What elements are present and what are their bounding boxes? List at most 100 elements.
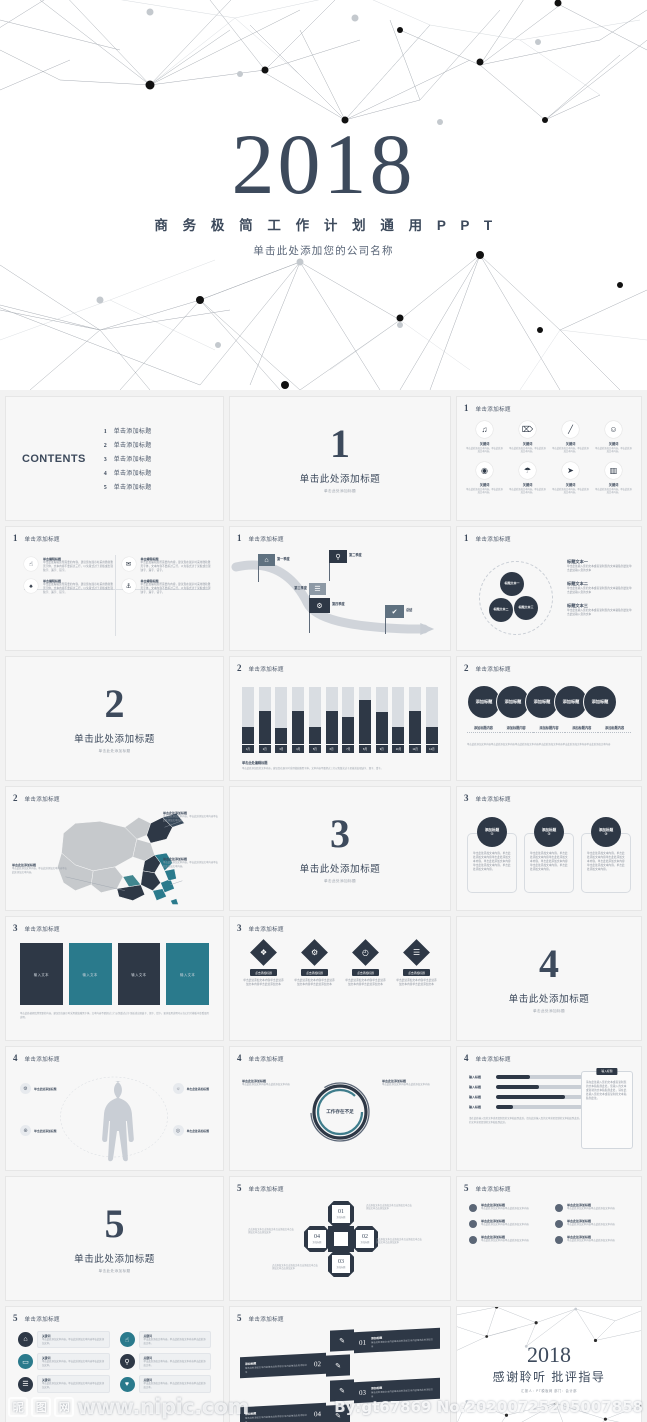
bullet-item[interactable]: 单击此处添加标题 单击此处添加文本内容单击此处添加文本内容 [555, 1219, 629, 1228]
slide-thumb-divider-2[interactable]: 2 单击此处添加标题 单击此处添加标题 [5, 656, 224, 781]
slide-thumb-circle-cards[interactable]: 3 单击添加标题 添加标题 ① 单击此处添加文本内容，单击此处添加文本内容单击此处添… [456, 786, 642, 911]
quadrant-cell[interactable]: ✉ 单击编辑标题 单击此处编辑您所需要的内容，建议您在展示时采用微软雅黑字体，文本内… [121, 557, 212, 573]
icon-cell[interactable]: ╱ 关键词 单击此处添加文本内容，单击此处添加文本内容。 [551, 421, 590, 454]
slide-thumb-columns[interactable]: 3 单击添加标题 输入文本 输入文本 输入文本 输入文本 单击此处编辑您所需要的内… [5, 916, 224, 1041]
silhouette-node[interactable]: ☼ 单击此处添加标题 [172, 1083, 209, 1094]
icon-cell[interactable]: ▥ 关键词 单击此处添加文本内容，单击此处添加文本内容。 [594, 462, 633, 495]
quadrant-cell[interactable]: ♠ 单击编辑标题 单击此处编辑您所需要的内容，建议您在展示时采用微软雅黑字体，文本内… [24, 579, 114, 595]
list-item[interactable]: ▭ 关键词 单击此处添加文本内容，单击此处添加文本内容单击此处添加文本。 [18, 1353, 110, 1371]
quadrant-cell[interactable]: ☝ 单击编辑标题 单击此处编辑您所需要的内容，建议您在展示时采用微软雅黑字体，文本内… [24, 557, 114, 573]
home-icon: ⌂ [258, 554, 275, 566]
slide-thumb-contents[interactable]: CONTENTS 1 单击添加标题 2 单击添加标题 3 单击添加标题 4 单击添加标题… [5, 396, 224, 521]
color-column[interactable]: 输入文本 [166, 943, 209, 1005]
slide-thumb-map[interactable]: 2 单击添加标题 单击此处添加标题 单击此处添加文本内容，单击此处添加文本内容单… [5, 786, 224, 911]
slide-thumb-quadrant[interactable]: 1 单击添加标题 ☝ 单击编辑标题 单击此处编辑您所需要的内容，建议您在展示时采用微软… [5, 526, 224, 651]
silhouette-node[interactable]: ◎ 单击此处添加标题 [172, 1125, 209, 1136]
slide-thumb-progress[interactable]: 4 单击添加标题 输入标题40% 输入标题50% 输入标题80% 输入标题20% 请在此… [456, 1046, 642, 1171]
circle-card[interactable]: 添加标题 ② 单击此处添加文本内容，单击此处添加文本内容单击此处添加文本内容，单击… [524, 817, 574, 893]
slide-thumb-pills[interactable]: 2 单击添加标题 添加标题 添加标题 添加标题 添加标题 添加标题 添加标题内容 … [456, 656, 642, 781]
list-item[interactable]: ⚲ 关键词 单击此处添加文本内容，单击此处添加文本内容单击此处添加文本。 [119, 1353, 211, 1371]
icon-cell[interactable]: ♫ 关键词 单击此处添加文本内容，单击此处添加文本内容。 [465, 421, 504, 454]
bullet-dot-icon [555, 1236, 563, 1244]
slide-thumb-ring[interactable]: 4 单击添加标题 工作存在不足 单击此处添加标题 单击此处添加文本内容单击此处添加… [229, 1046, 451, 1171]
quadrant-cell[interactable]: ⚓ 单击编辑标题 单击此处编辑您所需要的内容，建议您在展示时采用微软雅黑字体，文本内… [121, 579, 212, 595]
list-item: 1 单击添加标题 [104, 426, 152, 435]
icon-cell[interactable]: ◉ 关键词 单击此处添加文本内容，单击此处添加文本内容。 [465, 462, 504, 495]
divider-number: 4 [539, 940, 559, 986]
card-circle-badge: 添加标题 ② [534, 817, 564, 847]
bullet-item[interactable]: 单击此处添加标题 单击此处添加文本内容单击此处添加文本内容 [555, 1235, 629, 1244]
color-column[interactable]: 输入文本 [117, 943, 161, 1005]
pill-circle-row: 添加标题 添加标题 添加标题 添加标题 添加标题 [467, 685, 631, 719]
slide-title: 单击添加标题 [248, 1317, 284, 1323]
slide-thumb-silhouette[interactable]: 4 单击添加标题 ⚙ 单击此处添加标题 ⊕ 单击此处添加标题 ☼ 单击此处添加标题 ◎ 单… [5, 1046, 224, 1171]
bar-category-label: 7月 [342, 745, 355, 753]
cross-text: 点击添加文本点击添加文本点击添加文本点击添加文本点击添加文本 [376, 1239, 422, 1245]
list-item[interactable]: ☰ 关键词 单击此处添加文本内容，单击此处添加文本内容单击此处添加文本。 [18, 1375, 110, 1393]
clock-icon: ◴ [362, 947, 369, 957]
flag-label: 总结 [406, 608, 413, 612]
slide-thumb-divider-5[interactable]: 5 单击此处添加标题 单击此处添加标题 [5, 1176, 224, 1301]
node-heading: 单击此处添加标题 [34, 1128, 57, 1133]
slide-thumb-icon-grid[interactable]: 1 单击添加标题 ♫ 关键词 单击此处添加文本内容，单击此处添加文本内容。 ⌦ 关键词单… [456, 396, 642, 521]
slide-thumb-divider-4[interactable]: 4 单击此处添加标题 单击此处添加标题 [456, 916, 642, 1041]
silhouette-node[interactable]: ⚙ 单击此处添加标题 [20, 1083, 56, 1094]
roadmap-flag[interactable]: ⌂ 第一季度 [258, 554, 298, 584]
list-item[interactable]: ⌂ 关键词 单击此处添加文本内容，单击此处添加文本内容单击此处添加文本。 [18, 1331, 110, 1349]
diamond-cell[interactable]: ☰ 点击添加标题 单击此处添加文本内容单击此处添加文本内容单击此处添加文本 [395, 939, 438, 987]
silhouette-node[interactable]: ⊕ 单击此处添加标题 [20, 1125, 56, 1136]
card-circle-badge: 添加标题 ① [477, 817, 507, 847]
slide-thumb-bar-chart[interactable]: 2 单击添加标题 1月 2月 3月 4月 5月 6月 7月 8月 9月 10月 11月 12月 单击此处… [229, 656, 451, 781]
progress-label: 输入标题 [469, 1085, 482, 1089]
diamond-cell[interactable]: ◴ 点击添加标题 单击此处添加文本内容单击此处添加文本内容单击此处添加文本 [344, 939, 387, 987]
slide-thumb-cross[interactable]: 5 单击添加标题 01 添加标题 02 添加标题 03 添加标题 04 添加标题 点击添加… [229, 1176, 451, 1301]
slide-thumb-roadmap[interactable]: 1 单击添加标题 ⌂ 第一季度 ⚲ 第二季度 ☰ 第三季度 ⚙ 第四季度 ✔ 总… [229, 526, 451, 651]
icon-keyword: 关键词 [565, 483, 576, 488]
chart-note: 单击此处编辑标题 单击此处添加您的文本内容，建议您在展示时采用微软雅黑字体，文本… [242, 760, 438, 771]
slide-thumb-divider-3[interactable]: 3 单击此处添加标题 单击此处添加标题 [229, 786, 451, 911]
circle-card[interactable]: 添加标题 ① 单击此处添加文本内容，单击此处添加文本内容单击此处添加文本内容，单击… [467, 817, 517, 893]
divider-subtitle: 单击此处添加标题 [533, 1008, 565, 1013]
bullet-dot-icon [469, 1236, 477, 1244]
venn-body: 单击此处输入您的文本或者复制您的文本粘贴到此处单击此处输入您的文本 [567, 587, 632, 595]
bullet-item[interactable]: 单击此处添加标题 单击此处添加文本内容单击此处添加文本内容 [469, 1219, 543, 1228]
progress-fill [496, 1105, 514, 1109]
slide-title: 单击添加标题 [475, 797, 511, 803]
watermark-badge: 昵 [8, 1397, 28, 1417]
slide-thumb-venn[interactable]: 1 单击添加标题 标题文本一 标题文本二 标题文本三 标题文本一 单击此处输入您的文… [456, 526, 642, 651]
pill-circle[interactable]: 添加标题 [583, 685, 617, 719]
cross-label-left: 04 添加标题 [308, 1230, 326, 1248]
roadmap-flag[interactable]: ⚙ 第四季度 [309, 598, 355, 634]
icon-cell[interactable]: ⌦ 关键词 单击此处添加文本内容，单击此处添加文本内容。 [508, 421, 547, 454]
slide-thumb-bullets[interactable]: 5 单击添加标题 单击此处添加标题 单击此处添加文本内容单击此处添加文本内容 单击此… [456, 1176, 642, 1301]
skew-row[interactable]: ✎ 01 添加标题 单击此处添加文本内容单击此处添加文本内容单击此处添加文本 [240, 1327, 440, 1354]
roadmap-flag[interactable]: ✔ 总结 [385, 605, 427, 635]
slide-thumb-divider-1[interactable]: 1 单击此处添加标题 单击此处添加标题 [229, 396, 451, 521]
icon-cell[interactable]: ☺ 关键词 单击此处添加文本内容，单击此处添加文本内容。 [594, 421, 633, 454]
progress-track [496, 1095, 582, 1099]
cross-text: 点击添加文本点击添加文本点击添加文本点击添加文本点击添加文本 [248, 1229, 294, 1235]
icon-cell[interactable]: ➤ 关键词 单击此处添加文本内容，单击此处添加文本内容。 [551, 462, 590, 495]
skew-row[interactable]: 添加标题 单击此处添加文本内容单击此处添加文本内容单击此处添加文本 02 ✎ [240, 1352, 440, 1379]
list-item[interactable]: ☝ 关键词 单击此处添加文本内容，单击此处添加文本内容单击此处添加文本。 [119, 1331, 211, 1349]
diamond-cell[interactable]: ❖ 点击添加标题 单击此处添加文本内容单击此处添加文本内容单击此处添加文本 [242, 939, 285, 987]
bullet-item[interactable]: 单击此处添加标题 单击此处添加文本内容单击此处添加文本内容 [555, 1203, 629, 1212]
bullet-item[interactable]: 单击此处添加标题 单击此处添加文本内容单击此处添加文本内容 [469, 1203, 543, 1212]
venn-circle[interactable]: 标题文本三 [514, 596, 538, 620]
color-column[interactable]: 输入文本 [68, 943, 112, 1005]
venn-circle[interactable]: 标题文本一 [500, 572, 524, 596]
bullet-body: 单击此处添加文本内容单击此处添加文本内容 [481, 1223, 529, 1226]
diamond-cell[interactable]: ⚙ 点击添加标题 单击此处添加文本内容单击此处添加文本内容单击此处添加文本 [293, 939, 336, 987]
circle-card[interactable]: 添加标题 ③ 单击此处添加文本内容，单击此处添加文本内容单击此处添加文本内容，单击… [581, 817, 631, 893]
slide-thumb-diamonds[interactable]: 3 单击添加标题 ❖ 点击添加标题 单击此处添加文本内容单击此处添加文本内容单击此处添… [229, 916, 451, 1041]
progress-fill [496, 1075, 531, 1079]
roadmap-flag[interactable]: ⚲ 第二季度 [329, 550, 371, 582]
list-item[interactable]: ♥ 关键词 单击此处添加文本内容，单击此处添加文本内容单击此处添加文本。 [119, 1375, 211, 1393]
slide-title: 单击添加标题 [24, 927, 60, 933]
venn-circle[interactable]: 标题文本二 [489, 598, 513, 622]
diamond-tag: 点击添加标题 [250, 969, 277, 977]
color-column[interactable]: 输入文本 [20, 943, 63, 1005]
bullet-item[interactable]: 单击此处添加标题 单击此处添加文本内容单击此处添加文本内容 [469, 1235, 543, 1244]
icon-cell[interactable]: ☂ 关键词 单击此处添加文本内容，单击此处添加文本内容。 [508, 462, 547, 495]
panel-heading: 输入标题 [596, 1068, 618, 1075]
